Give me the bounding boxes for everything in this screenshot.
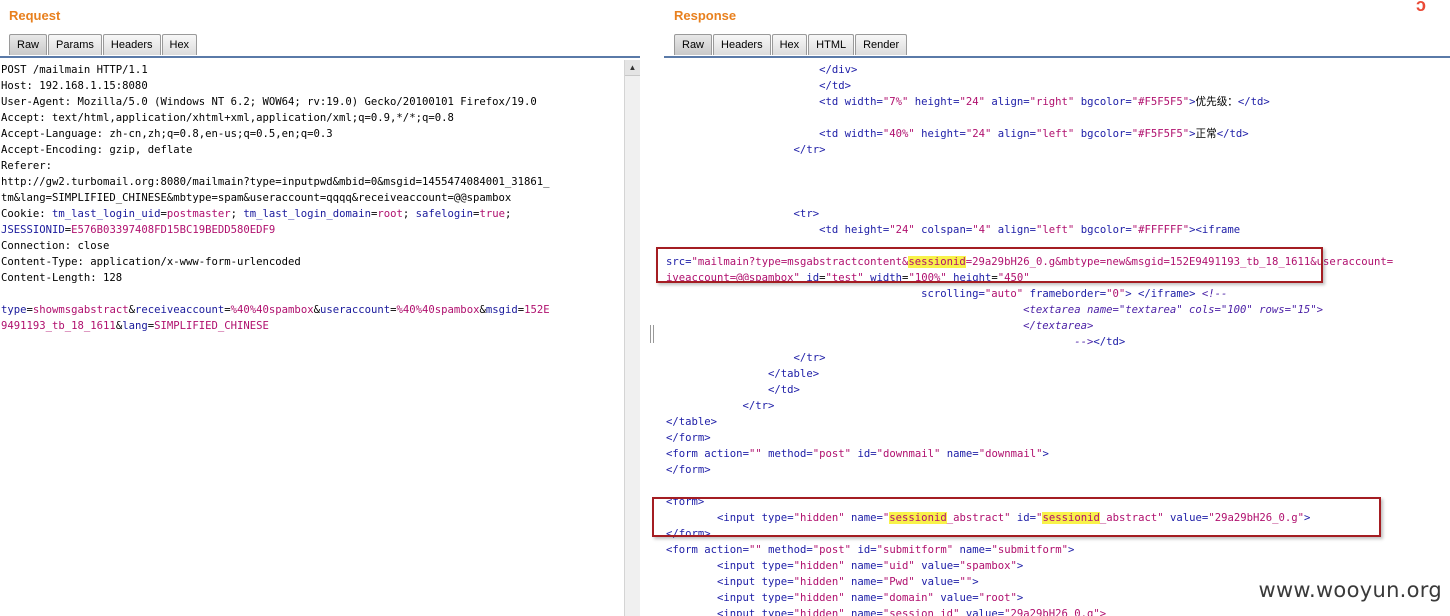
brand-logo-icon: ɔ xyxy=(1416,0,1427,14)
response-tab-html[interactable]: HTML xyxy=(808,34,855,55)
priority-label: 优先级： xyxy=(1195,96,1238,108)
response-title: Response xyxy=(674,8,737,23)
header-content-length: Content-Length: 128 xyxy=(1,272,123,284)
response-tab-hex[interactable]: Hex xyxy=(771,34,808,55)
request-line: POST /mailmain HTTP/1.1 xyxy=(1,64,148,76)
header-cookie: Cookie: tm_last_login_uid=postmaster; tm… xyxy=(1,208,512,220)
header-accept-encoding: Accept-Encoding: gzip, deflate xyxy=(1,144,193,156)
watermark: www.wooyun.org xyxy=(1258,578,1442,602)
response-tabs: Raw Headers Hex HTML Render xyxy=(674,34,908,56)
highlight-box-iframe-src xyxy=(656,247,1323,283)
request-tab-underline xyxy=(0,56,640,58)
pane-splitter-handle[interactable] xyxy=(650,325,654,343)
header-accept-language: Accept-Language: zh-cn,zh;q=0.8,en-us;q=… xyxy=(1,128,333,140)
scroll-up-arrow-icon[interactable]: ▲ xyxy=(625,60,640,76)
response-tab-headers[interactable]: Headers xyxy=(713,34,771,55)
header-user-agent: User-Agent: Mozilla/5.0 (Windows NT 6.2;… xyxy=(1,96,537,108)
response-tab-underline xyxy=(664,56,1450,58)
request-editor[interactable]: POST /mailmain HTTP/1.1 Host: 192.168.1.… xyxy=(1,62,623,616)
request-tab-params[interactable]: Params xyxy=(48,34,102,55)
request-tab-hex[interactable]: Hex xyxy=(161,34,198,55)
highlight-box-sessionid-abstract xyxy=(652,497,1381,537)
request-tab-raw[interactable]: Raw xyxy=(9,34,48,55)
header-referer: Referer: xyxy=(1,160,53,172)
header-accept: Accept: text/html,application/xhtml+xml,… xyxy=(1,112,454,124)
cookie-jsessionid: JSESSIONID=E576B03397408FD15BC19BEDD580E… xyxy=(1,224,276,236)
request-scrollbar[interactable]: ▲ xyxy=(624,60,640,616)
header-content-type: Content-Type: application/x-www-form-url… xyxy=(1,256,301,268)
header-connection: Connection: close xyxy=(1,240,110,252)
referer-url-1: http://gw2.turbomail.org:8080/mailmain?t… xyxy=(1,176,550,188)
referer-url-2: tm&lang=SIMPLIFIED_CHINESE&mbtype=spam&u… xyxy=(1,192,512,204)
request-body-2: 9491193_tb_18_1611&lang=SIMPLIFIED_CHINE… xyxy=(1,320,269,332)
priority-value: 正常 xyxy=(1195,128,1217,140)
request-tabs: Raw Params Headers Hex xyxy=(9,34,198,56)
response-tab-render[interactable]: Render xyxy=(855,34,908,55)
request-title: Request xyxy=(9,8,61,23)
response-tab-raw[interactable]: Raw xyxy=(674,34,713,55)
request-tab-headers[interactable]: Headers xyxy=(102,34,161,55)
request-body-1: type=showmsgabstract&receiveaccount=%40%… xyxy=(1,304,550,316)
header-host: Host: 192.168.1.15:8080 xyxy=(1,80,148,92)
